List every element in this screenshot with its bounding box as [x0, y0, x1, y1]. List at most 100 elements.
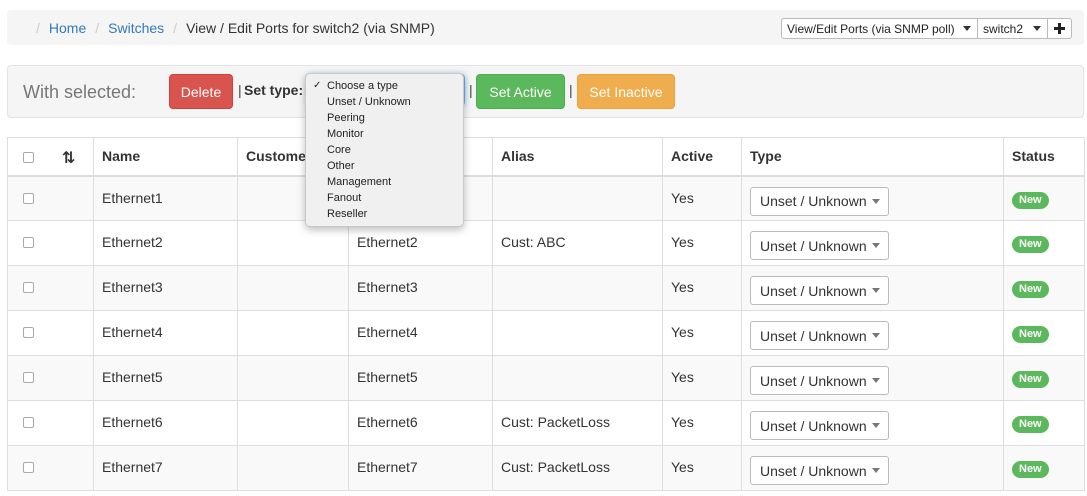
header-type[interactable]: Type [741, 137, 1004, 177]
row-checkbox[interactable] [23, 237, 34, 248]
view-mode-select[interactable]: View/Edit Ports (via SNMP poll) [781, 18, 978, 39]
switch-value: switch2 [983, 21, 1024, 36]
port-type-select[interactable]: Unset / Unknown [750, 366, 889, 395]
type-option-peering[interactable]: Peering [306, 110, 463, 126]
caret-down-icon [872, 333, 880, 338]
delete-button[interactable]: Delete [169, 74, 233, 109]
cell-description: Ethernet4 [348, 310, 493, 356]
cell-alias: Cust: PacketLoss [492, 400, 663, 446]
table-row: Ethernet3 Ethernet3 Yes Unset / Unknown … [7, 265, 1085, 311]
cell-description: Ethernet3 [348, 265, 493, 311]
cell-active: Yes [662, 310, 742, 356]
with-selected-label: With selected: [23, 82, 137, 102]
type-option-unset[interactable]: Unset / Unknown [306, 94, 463, 110]
cell-customer [237, 445, 349, 491]
table-row: Ethernet4 Ethernet4 Yes Unset / Unknown … [7, 310, 1085, 356]
caret-down-icon [872, 468, 880, 473]
switch-select[interactable]: switch2 [978, 18, 1048, 39]
cell-status: New [1003, 265, 1085, 311]
breadcrumb-separator: / [36, 19, 40, 36]
cell-type: Unset / Unknown [741, 310, 1004, 356]
breadcrumb-home-link[interactable]: Home [49, 20, 86, 36]
set-active-button[interactable]: Set Active [476, 74, 565, 109]
set-inactive-button[interactable]: Set Inactive [577, 74, 675, 109]
cell-active: Yes [662, 265, 742, 311]
cell-alias: Cust: ABC [492, 220, 663, 266]
row-checkbox[interactable] [23, 462, 34, 473]
caret-down-icon [1033, 26, 1041, 31]
type-option-core[interactable]: Core [306, 142, 463, 158]
table-header-row: ⇅ Name Customer Description Alias Active… [7, 137, 1085, 177]
row-select-cell [7, 265, 94, 311]
separator: | [569, 82, 573, 98]
table-row: Ethernet5 Ethernet5 Yes Unset / Unknown … [7, 355, 1085, 401]
port-type-select[interactable]: Unset / Unknown [750, 231, 889, 260]
status-badge: New [1012, 281, 1049, 298]
status-badge: New [1012, 191, 1049, 209]
cell-active: Yes [662, 445, 742, 491]
cell-type: Unset / Unknown [741, 445, 1004, 491]
breadcrumb: / Home / Switches / View / Edit Ports fo… [27, 10, 435, 45]
breadcrumb-separator: / [95, 19, 100, 36]
cell-type: Unset / Unknown [741, 400, 1004, 446]
set-type-dropdown[interactable]: ✓ Choose a type Unset / Unknown Peering … [305, 73, 464, 227]
row-checkbox[interactable] [23, 372, 34, 383]
cell-active: Yes [662, 355, 742, 401]
type-option-reseller[interactable]: Reseller [306, 206, 463, 222]
row-select-cell [7, 445, 94, 491]
header-status[interactable]: Status [1003, 137, 1085, 177]
check-icon: ✓ [313, 80, 322, 91]
caret-down-icon [872, 423, 880, 428]
cell-status: New [1003, 400, 1085, 446]
port-type-select[interactable]: Unset / Unknown [750, 321, 889, 350]
cell-description: Ethernet6 [348, 400, 493, 446]
add-button[interactable] [1048, 18, 1072, 39]
cell-name: Ethernet7 [93, 445, 238, 491]
row-select-cell [7, 400, 94, 446]
cell-description: Ethernet7 [348, 445, 493, 491]
type-option-other[interactable]: Other [306, 158, 463, 174]
cell-alias [492, 175, 663, 221]
row-checkbox[interactable] [23, 282, 34, 293]
plus-icon [1054, 23, 1065, 34]
caret-down-icon [963, 26, 971, 31]
sync-icon[interactable]: ⇅ [62, 151, 75, 167]
type-option-monitor[interactable]: Monitor [306, 126, 463, 142]
port-type-select[interactable]: Unset / Unknown [750, 411, 889, 440]
table-body: Ethernet1 Ethernet1 Yes Unset / Unknown … [7, 175, 1085, 491]
row-checkbox[interactable] [23, 417, 34, 428]
table-row: Ethernet6 Ethernet6 Cust: PacketLoss Yes… [7, 400, 1085, 446]
row-checkbox[interactable] [23, 327, 34, 338]
cell-name: Ethernet6 [93, 400, 238, 446]
cell-status: New [1003, 220, 1085, 266]
cell-active: Yes [662, 400, 742, 446]
cell-status: New [1003, 175, 1085, 221]
ports-table: ⇅ Name Customer Description Alias Active… [7, 137, 1085, 491]
type-option-management[interactable]: Management [306, 174, 463, 190]
table-row: Ethernet1 Ethernet1 Yes Unset / Unknown … [7, 175, 1085, 221]
cell-alias [492, 355, 663, 401]
header-alias[interactable]: Alias [492, 137, 663, 177]
status-badge: New [1012, 416, 1049, 433]
type-option-fanout[interactable]: Fanout [306, 190, 463, 206]
bulk-action-bar: With selected: Delete | Set type: | Set … [7, 65, 1084, 118]
set-type-label: Set type: [244, 82, 304, 98]
port-type-select[interactable]: Unset / Unknown [750, 456, 889, 485]
breadcrumb-switches-link[interactable]: Switches [108, 20, 164, 36]
row-select-cell [7, 220, 94, 266]
port-type-select[interactable]: Unset / Unknown [750, 186, 889, 216]
row-checkbox[interactable] [23, 192, 34, 204]
cell-alias [492, 310, 663, 356]
type-option-choose[interactable]: ✓ Choose a type [306, 78, 463, 94]
cell-customer [237, 400, 349, 446]
cell-name: Ethernet5 [93, 355, 238, 401]
header-name[interactable]: Name [93, 137, 238, 177]
table-row: Ethernet2 Ethernet2 Cust: ABC Yes Unset … [7, 220, 1085, 266]
cell-active: Yes [662, 175, 742, 221]
port-type-select[interactable]: Unset / Unknown [750, 276, 889, 305]
header-active[interactable]: Active [662, 137, 742, 177]
breadcrumb-bar: / Home / Switches / View / Edit Ports fo… [7, 10, 1084, 45]
select-all-checkbox[interactable] [23, 152, 34, 163]
separator: | [238, 82, 242, 98]
status-badge: New [1012, 371, 1049, 388]
